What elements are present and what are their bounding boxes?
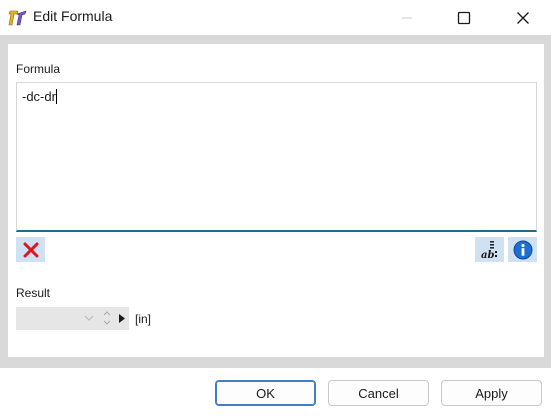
info-button[interactable] [508,237,537,262]
result-unit: [in] [135,312,152,326]
info-icon [513,240,532,259]
formula-label: Formula [16,62,61,76]
minimize-icon [402,17,412,18]
maximize-icon [457,11,471,24]
ok-button[interactable]: OK [215,380,316,406]
red-x-icon [23,242,38,257]
maximize-button[interactable] [441,0,487,35]
formula-input[interactable]: -dc-dr [16,82,537,232]
close-icon [517,11,529,24]
clear-formula-button[interactable] [16,237,45,262]
title-bar: Edit Formula [0,0,551,35]
text-format-icon: ab [481,240,497,260]
close-window-button[interactable] [500,0,546,35]
play-arrow-icon[interactable] [118,313,126,324]
formula-text: -dc-dr [22,89,56,104]
svg-text:ab: ab [481,250,494,260]
minimize-button[interactable] [384,0,430,35]
window-title: Edit Formula [33,8,113,24]
chevron-down-icon [84,315,94,321]
text-caret [55,89,57,104]
apply-button[interactable]: Apply [441,380,542,406]
result-label: Result [16,286,51,300]
spin-arrows-icon [103,311,111,325]
result-field [16,307,129,330]
text-format-button[interactable]: ab [475,237,504,262]
cancel-button[interactable]: Cancel [328,380,429,406]
formula-app-icon [8,8,28,28]
